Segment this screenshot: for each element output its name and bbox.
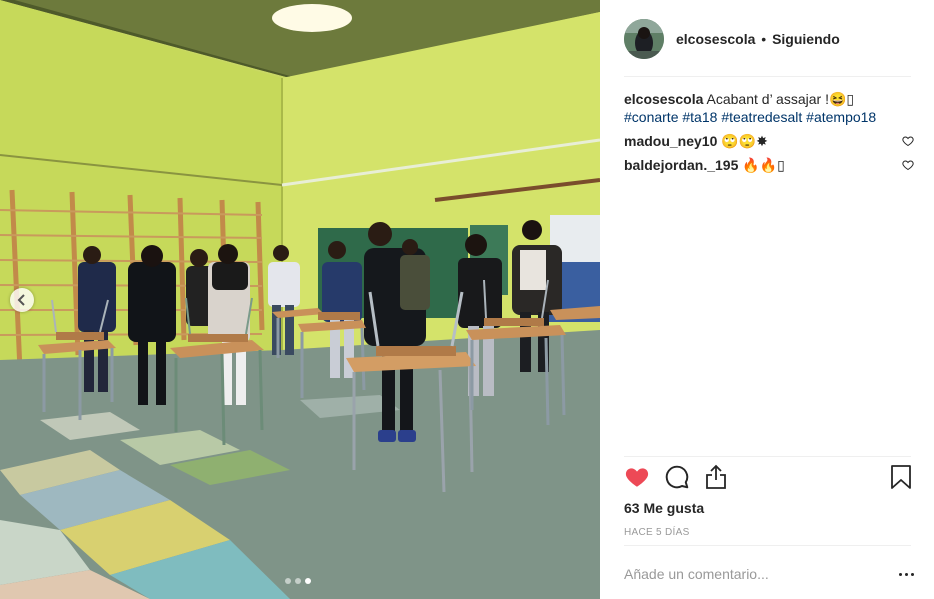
carousel-prev-button[interactable] xyxy=(10,288,34,312)
heart-outline-icon[interactable] xyxy=(902,159,914,171)
comment-item: baldejordan._195 🔥🔥▯ xyxy=(624,156,914,174)
post-header: elcosescola • Siguiendo xyxy=(624,18,910,60)
hashtag-link[interactable]: #atempo18 xyxy=(806,109,876,125)
post-actions xyxy=(624,464,914,494)
comment-username[interactable]: baldejordan._195 xyxy=(624,157,738,173)
carousel-dot xyxy=(285,578,291,584)
comment-text: 🔥🔥▯ xyxy=(742,157,785,173)
carousel-dot xyxy=(295,578,301,584)
carousel-dot-active xyxy=(305,578,311,584)
divider xyxy=(624,545,911,546)
hashtag-link[interactable]: #teatredesalt xyxy=(721,109,802,125)
comment-username[interactable]: madou_ney10 xyxy=(624,133,717,149)
follow-status-button[interactable]: Siguiendo xyxy=(772,31,840,47)
caption-text: Acabant d’ assajar !😆▯ xyxy=(706,91,855,107)
profile-avatar-icon xyxy=(624,19,664,59)
heart-filled-icon[interactable] xyxy=(624,464,650,490)
post-timestamp[interactable]: HACE 5 DÍAS xyxy=(624,527,690,538)
post-side-panel: elcosescola • Siguiendo elcosescola Acab… xyxy=(600,0,934,599)
hashtag-link[interactable]: #conarte xyxy=(624,109,678,125)
comment-item: madou_ney10 🙄🙄✸ xyxy=(624,132,914,150)
share-icon[interactable] xyxy=(704,464,728,490)
ellipsis-icon[interactable] xyxy=(894,572,914,576)
caption-username[interactable]: elcosescola xyxy=(624,91,703,107)
heart-outline-icon[interactable] xyxy=(902,135,914,147)
comment-text: 🙄🙄✸ xyxy=(721,133,768,149)
carousel-indicator xyxy=(285,578,311,584)
comment-input[interactable] xyxy=(624,566,894,582)
speech-bubble-icon[interactable] xyxy=(664,464,690,490)
header-username[interactable]: elcosescola xyxy=(676,31,755,47)
comments-list: elcosescola Acabant d’ assajar !😆▯ #cona… xyxy=(624,90,914,174)
post-caption: elcosescola Acabant d’ assajar !😆▯ #cona… xyxy=(624,90,914,126)
classroom-photo xyxy=(0,0,600,599)
caption-hashtags: #conarte #ta18 #teatredesalt #atempo18 xyxy=(624,108,914,126)
chevron-left-icon xyxy=(17,294,25,306)
likes-count[interactable]: 63 Me gusta xyxy=(624,500,704,516)
avatar[interactable] xyxy=(624,19,664,59)
hashtag-link[interactable]: #ta18 xyxy=(682,109,717,125)
header-separator: • xyxy=(761,31,767,47)
bookmark-icon[interactable] xyxy=(890,464,912,490)
divider xyxy=(624,76,911,77)
divider xyxy=(624,456,911,457)
add-comment-form xyxy=(624,560,914,588)
post-photo[interactable] xyxy=(0,0,600,599)
